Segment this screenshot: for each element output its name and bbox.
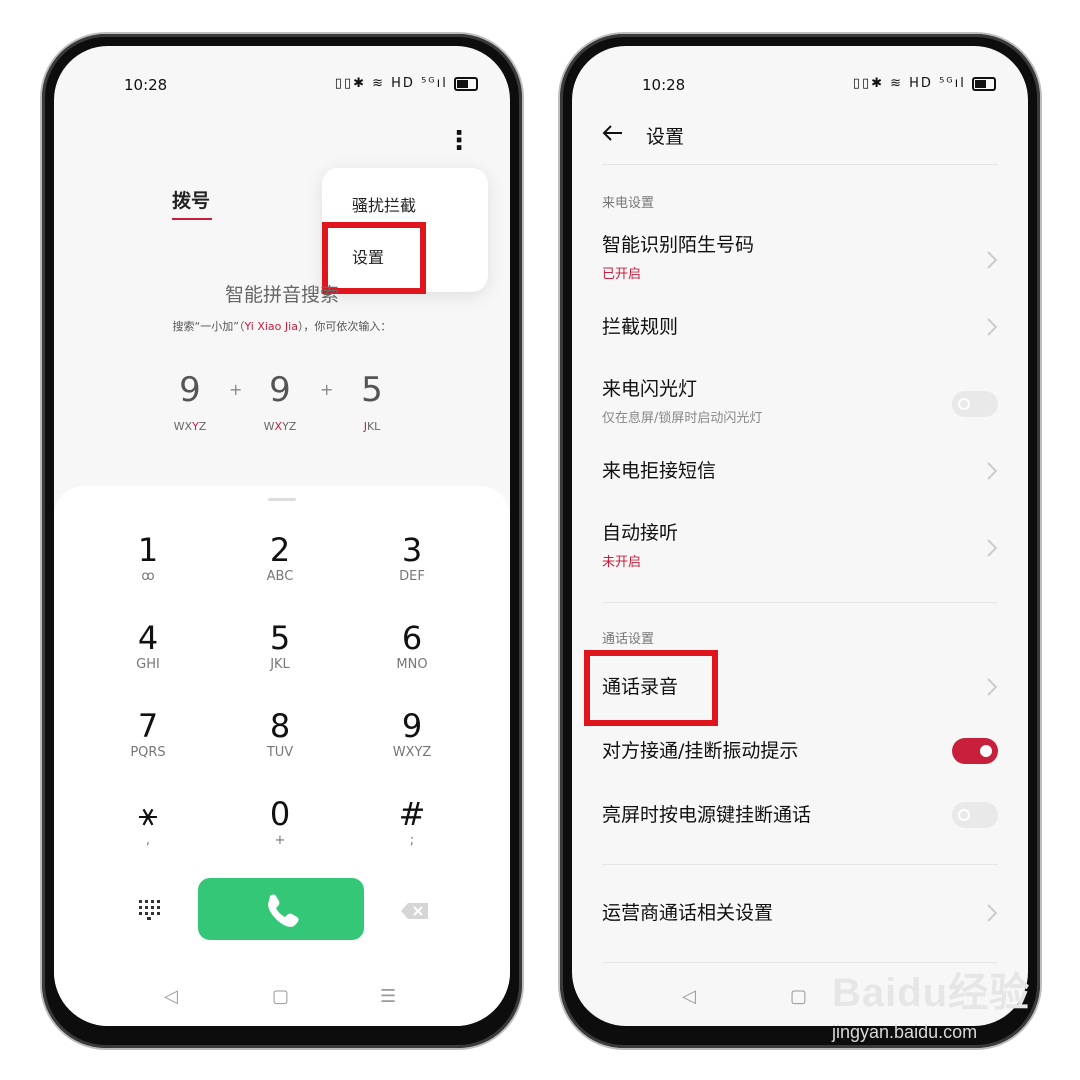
phone-icon (268, 894, 299, 927)
example-digit-number: 9 (179, 370, 201, 410)
battery-icon (454, 76, 478, 91)
dialer-screen: 10:28 ▯▯✱ ≋ HD ⁵ᴳıl ⋮ 拨号 骚扰拦截 设置 智能拼音搜索 … (54, 46, 510, 1026)
divider (602, 864, 998, 865)
page-title: 设置 (646, 126, 685, 148)
call-button[interactable] (198, 878, 364, 940)
menu-item-harassment-block[interactable]: 骚扰拦截 (352, 192, 416, 216)
key-8[interactable]: 8 TUV (220, 710, 340, 760)
chevron-right-icon (987, 539, 998, 557)
chevron-right-icon (987, 678, 998, 696)
row-auto-answer[interactable]: 自动接听 未开启 (602, 518, 998, 578)
nav-back-icon[interactable]: ◁ (682, 986, 696, 1007)
key-4[interactable]: 4 GHI (88, 622, 208, 672)
key-9[interactable]: 9 WXYZ (352, 710, 472, 760)
dial-keypad: 1ꝏ 2 ABC 3 DEF 4 GHI 5 JKL 6 MNO 7 PQRS 8 TUV 9… (54, 486, 510, 1026)
example-digit-number: 9 (269, 370, 291, 410)
row-reject-sms[interactable]: 来电拒接短信 (602, 456, 998, 486)
row-carrier-settings[interactable]: 运营商通话相关设置 (602, 898, 998, 928)
keypad-drag-handle[interactable] (268, 498, 296, 501)
hint-prefix: 搜索“一小加”（ (172, 320, 245, 333)
watermark-url: jingyan.baidu.com (832, 1022, 978, 1042)
plus-sign: + (320, 380, 334, 399)
status-icons: ▯▯✱ ≋ HD ⁵ᴳıl (853, 76, 996, 91)
toggle-vibrate-on-connect[interactable] (952, 738, 998, 764)
key-6[interactable]: 6 MNO (352, 622, 472, 672)
keypad-toggle-icon[interactable] (138, 898, 160, 920)
example-digit-letters: WXYZ (263, 420, 297, 433)
plus-sign: + (229, 380, 243, 399)
battery-icon (972, 76, 996, 91)
key-7[interactable]: 7 PQRS (88, 710, 208, 760)
smart-search-hint: 搜索“一小加”（Yi Xiao Jia），你可依次输入： (54, 318, 510, 334)
example-digit: 5 JKL (342, 370, 402, 433)
divider (602, 602, 998, 603)
chevron-right-icon (987, 904, 998, 922)
status-icons-text: ▯▯✱ ≋ HD ⁵ᴳıl (334, 76, 448, 91)
back-arrow-icon[interactable] (598, 118, 628, 148)
nav-menu-icon[interactable]: ☰ (380, 986, 396, 1007)
status-time: 10:28 (124, 76, 168, 94)
example-digit-letters: JKL (363, 420, 381, 433)
chevron-right-icon (987, 251, 998, 269)
status-bar: 10:28 ▯▯✱ ≋ HD ⁵ᴳıl (572, 76, 1028, 98)
hint-suffix: ），你可依次输入： (297, 320, 392, 333)
nav-bar: ◁ ▢ ☰ (54, 986, 510, 1016)
row-flash-light[interactable]: 来电闪光灯 仅在息屏/锁屏时启动闪光灯 (602, 374, 998, 434)
section-header-incoming: 来电设置 (602, 196, 655, 211)
row-vibrate-on-connect[interactable]: 对方接通/挂断振动提示 (602, 736, 998, 766)
nav-back-icon[interactable]: ◁ (164, 986, 178, 1007)
example-digit-number: 5 (361, 370, 383, 410)
hint-name: Yi Xiao Jia (244, 320, 298, 333)
tab-dial[interactable]: 拨号 (172, 186, 210, 213)
settings-screen: 10:28 ▯▯✱ ≋ HD ⁵ᴳıl 设置 来电设置 智能识别陌生号码 已开启… (572, 46, 1028, 1026)
section-header-call: 通话设置 (602, 632, 655, 647)
status-bar: 10:28 ▯▯✱ ≋ HD ⁵ᴳıl (54, 76, 510, 98)
row-smart-identify[interactable]: 智能识别陌生号码 已开启 (602, 230, 998, 290)
key-3[interactable]: 3 DEF (352, 534, 472, 584)
key-star[interactable]: ⚹, (88, 798, 208, 848)
divider (602, 164, 998, 165)
backspace-icon[interactable] (400, 902, 430, 920)
chevron-right-icon (987, 462, 998, 480)
key-1[interactable]: 1ꝏ (88, 534, 208, 584)
key-0[interactable]: 0 + (220, 798, 340, 848)
baidu-watermark: Baidu经验 jingyan.baidu.com (832, 960, 1042, 1060)
key-5[interactable]: 5 JKL (220, 622, 340, 672)
watermark-logo-text: Baidu经验 (832, 971, 1031, 1015)
status-icons-text: ▯▯✱ ≋ HD ⁵ᴳıl (852, 76, 966, 91)
tab-underline (172, 218, 212, 220)
key-hash[interactable]: #; (352, 798, 472, 848)
status-icons: ▯▯✱ ≋ HD ⁵ᴳıl (335, 76, 478, 91)
example-digit: 9 WXYZ (250, 370, 310, 433)
example-digit-letters: WXYZ (173, 420, 207, 433)
smart-search-title: 智能拼音搜索 (224, 284, 339, 306)
row-power-key-hangup[interactable]: 亮屏时按电源键挂断通话 (602, 800, 998, 830)
example-digit: 9 WXYZ (160, 370, 220, 433)
phone-left: 10:28 ▯▯✱ ≋ HD ⁵ᴳıl ⋮ 拨号 骚扰拦截 设置 智能拼音搜索 … (42, 34, 522, 1048)
status-time: 10:28 (642, 76, 686, 94)
toggle-flash-light[interactable] (952, 391, 998, 417)
nav-home-icon[interactable]: ▢ (790, 986, 807, 1007)
nav-home-icon[interactable]: ▢ (272, 986, 289, 1007)
row-block-rules[interactable]: 拦截规则 (602, 312, 998, 342)
highlight-box-call-recording (584, 650, 718, 726)
key-2[interactable]: 2 ABC (220, 534, 340, 584)
chevron-right-icon (987, 318, 998, 336)
toggle-power-key-hangup[interactable] (952, 802, 998, 828)
more-vertical-icon[interactable]: ⋮ (446, 128, 472, 154)
phone-right: 10:28 ▯▯✱ ≋ HD ⁵ᴳıl 设置 来电设置 智能识别陌生号码 已开启… (560, 34, 1040, 1048)
